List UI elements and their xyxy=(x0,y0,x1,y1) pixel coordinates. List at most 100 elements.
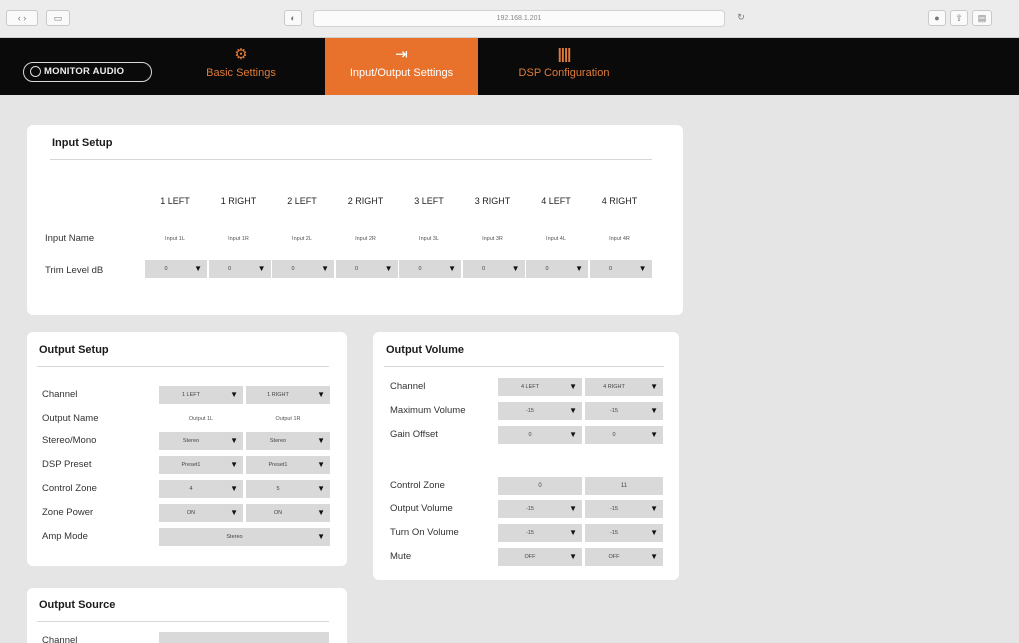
url-bar[interactable]: 192.168.1.201 xyxy=(313,10,725,27)
output-volume-right-select[interactable]: -15 ▼ xyxy=(585,402,663,420)
trim-level-select[interactable]: 0 ▼ xyxy=(145,260,207,278)
dropdown-arrow-icon: ▼ xyxy=(317,532,325,541)
select-value: 0 xyxy=(528,432,532,438)
select-value: 0 xyxy=(608,266,613,272)
input-name-field[interactable]: Input 4L xyxy=(526,233,586,245)
share-icon[interactable]: ⇧ xyxy=(950,10,968,26)
output-volume-right-select[interactable]: OFF ▼ xyxy=(585,548,663,566)
output-volume-left-select[interactable]: -15 ▼ xyxy=(498,524,582,542)
output-setup-row-label: Control Zone xyxy=(42,483,97,494)
dropdown-arrow-icon: ▼ xyxy=(569,552,577,561)
dropdown-arrow-icon: ▼ xyxy=(650,528,658,537)
trim-level-select[interactable]: 0 ▼ xyxy=(208,260,271,278)
select-value: 4 xyxy=(189,486,193,492)
select-value: ON xyxy=(186,510,196,516)
select-value: 0 xyxy=(291,266,295,272)
select-value: 4 RIGHT xyxy=(603,384,625,390)
output-setup-right-select[interactable]: 5 ▼ xyxy=(246,480,330,498)
dropdown-arrow-icon: ▼ xyxy=(569,406,577,415)
input-name-field[interactable]: Input 1R xyxy=(209,233,269,245)
output-source-channel-select[interactable] xyxy=(159,632,329,643)
output-volume-left-select[interactable]: OFF ▼ xyxy=(498,548,582,566)
dropdown-arrow-icon: ▼ xyxy=(384,264,393,273)
sidebar-toggle-icon[interactable]: ▭ xyxy=(46,10,70,26)
select-value: 0 xyxy=(612,432,616,438)
select-value: 4 LEFT xyxy=(520,384,540,390)
input-name-field[interactable]: Input 3L xyxy=(399,233,459,245)
output-volume-row-label: Channel xyxy=(390,381,426,392)
select-value: OFF xyxy=(608,554,620,560)
tab-input-output-settings[interactable]: ⇥ Input/Output Settings xyxy=(325,38,478,95)
trim-level-select[interactable]: 0 ▼ xyxy=(399,260,461,278)
output-volume-right-select[interactable]: 0 ▼ xyxy=(585,426,663,444)
dsp-bars-icon: |||| xyxy=(557,46,572,63)
reader-icon[interactable]: ◐ xyxy=(284,10,302,26)
tab-basic-settings[interactable]: ⚙ Basic Settings xyxy=(186,38,296,95)
output-source-panel: Output Source Channel xyxy=(27,588,347,643)
input-name-field[interactable]: Input 2R xyxy=(336,233,396,245)
trim-level-select[interactable]: 0 ▼ xyxy=(589,260,652,278)
output-volume-right-select[interactable]: -15 ▼ xyxy=(585,524,663,542)
output-setup-left-select[interactable]: ON ▼ xyxy=(159,504,243,522)
select-value: Preset1 xyxy=(181,462,201,468)
trim-level-select[interactable]: 0 ▼ xyxy=(335,260,398,278)
input-name-field[interactable]: Input 4R xyxy=(590,233,650,245)
output-volume-title: Output Volume xyxy=(386,344,465,356)
select-value: 1 RIGHT xyxy=(267,392,289,398)
select-value: -15 xyxy=(526,408,534,414)
output-setup-panel: Output Setup Channel 1 LEFT ▼ 1 RIGHT ▼ Outpu… xyxy=(27,332,347,566)
select-value: -15 xyxy=(526,506,534,512)
output-volume-row-label: Turn On Volume xyxy=(390,527,459,538)
tab-label: Input/Output Settings xyxy=(349,67,454,79)
output-volume-left-select[interactable]: 4 LEFT ▼ xyxy=(498,378,582,396)
select-value: 0 xyxy=(418,266,422,272)
select-value: -15 xyxy=(610,506,618,512)
input-name-field[interactable]: Input 2L xyxy=(272,233,332,245)
output-setup-left-select[interactable]: Preset1 ▼ xyxy=(159,456,243,474)
output-setup-right-select[interactable]: 1 RIGHT ▼ xyxy=(246,386,330,404)
input-name-field[interactable]: Input 3R xyxy=(463,233,523,245)
output-volume-left-select[interactable]: -15 ▼ xyxy=(498,402,582,420)
output-setup-left-select[interactable]: 4 ▼ xyxy=(159,480,243,498)
trim-level-label: Trim Level dB xyxy=(45,265,104,276)
output-volume-left-select[interactable]: -15 ▼ xyxy=(498,500,582,518)
select-value: OFF xyxy=(524,554,536,560)
trim-level-select[interactable]: 0 ▼ xyxy=(526,260,588,278)
tab-dsp-configuration[interactable]: |||| DSP Configuration xyxy=(499,38,629,95)
output-setup-right-select[interactable]: Preset1 ▼ xyxy=(246,456,330,474)
trim-level-select[interactable]: 0 ▼ xyxy=(462,260,525,278)
input-column-header: 1 RIGHT xyxy=(220,196,257,206)
output-volume-right-select[interactable]: -15 ▼ xyxy=(585,500,663,518)
output-name-right-field[interactable]: Output 1R xyxy=(246,413,330,425)
amp-mode-select[interactable]: Stereo ▼ xyxy=(159,528,330,546)
dropdown-arrow-icon: ▼ xyxy=(511,264,520,273)
dropdown-arrow-icon: ▼ xyxy=(650,504,658,513)
dropdown-arrow-icon: ▼ xyxy=(321,264,329,273)
dropdown-arrow-icon: ▼ xyxy=(575,264,583,273)
dropdown-arrow-icon: ▼ xyxy=(230,508,238,517)
input-name-label: Input Name xyxy=(45,233,95,244)
divider xyxy=(50,159,652,160)
tabs-icon[interactable]: ▤ xyxy=(972,10,992,26)
input-column-header: 2 RIGHT xyxy=(347,196,384,206)
back-forward-buttons[interactable]: ‹ › xyxy=(6,10,38,26)
output-volume-right-select[interactable]: 4 RIGHT ▼ xyxy=(585,378,663,396)
output-volume-panel: Output Volume Channel 4 LEFT ▼ 4 RIGHT ▼ Maxi… xyxy=(373,332,679,580)
input-output-icon: ⇥ xyxy=(395,46,408,63)
output-setup-right-select[interactable]: ON ▼ xyxy=(246,504,330,522)
select-value: 0 xyxy=(354,266,359,272)
output-setup-left-select[interactable]: 1 LEFT ▼ xyxy=(159,386,243,404)
select-value: Stereo xyxy=(269,438,287,444)
output-volume-left-select[interactable]: 0 ▼ xyxy=(498,426,582,444)
output-name-left-field[interactable]: Output 1L xyxy=(159,413,243,425)
output-setup-right-select[interactable]: Stereo ▼ xyxy=(246,432,330,450)
output-setup-left-select[interactable]: Stereo ▼ xyxy=(159,432,243,450)
control-zone-left-value: 0 xyxy=(498,477,582,495)
output-setup-row-label: Amp Mode xyxy=(42,531,88,542)
dropdown-arrow-icon: ▼ xyxy=(194,264,202,273)
downloads-icon[interactable]: ● xyxy=(928,10,946,26)
reload-icon[interactable]: ↻ xyxy=(733,10,749,26)
input-name-field[interactable]: Input 1L xyxy=(145,233,205,245)
dropdown-arrow-icon: ▼ xyxy=(569,528,577,537)
trim-level-select[interactable]: 0 ▼ xyxy=(272,260,334,278)
